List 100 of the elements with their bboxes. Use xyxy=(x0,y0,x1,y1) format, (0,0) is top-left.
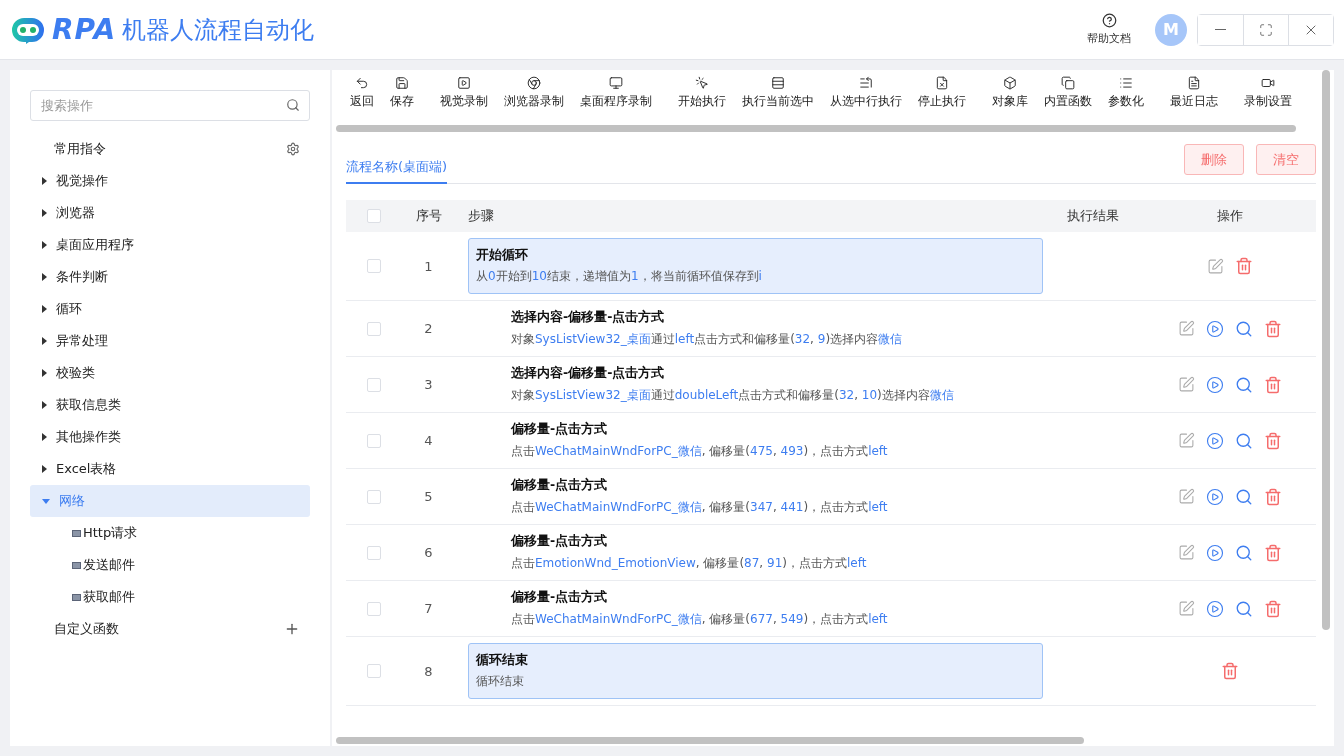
search-button[interactable] xyxy=(1234,487,1253,506)
trash-icon xyxy=(1263,319,1282,338)
edit-icon xyxy=(1177,488,1195,505)
sidebar-item[interactable]: 校验类 xyxy=(30,357,310,389)
scrollbar[interactable] xyxy=(336,737,1084,744)
run-button[interactable] xyxy=(1205,431,1224,450)
edit-button[interactable] xyxy=(1177,432,1195,449)
play-icon xyxy=(1205,543,1224,562)
delete-button[interactable] xyxy=(1234,257,1253,275)
search-button[interactable] xyxy=(1234,319,1253,338)
step-block[interactable]: 偏移量-点击方式 点击WeChatMainWndForPC_微信, 偏移量(347, 441)，点击方式left xyxy=(468,469,1045,524)
sidebar-item[interactable]: 自定义函数 xyxy=(30,613,310,645)
delete-button[interactable] xyxy=(1263,431,1282,450)
search-icon xyxy=(1234,487,1253,506)
edit-button[interactable] xyxy=(1206,257,1224,275)
checkbox[interactable] xyxy=(367,489,381,504)
sidebar-item[interactable]: 常用指令 xyxy=(30,133,310,165)
help-button[interactable]: 帮助文档 xyxy=(1087,13,1131,46)
scrollbar[interactable] xyxy=(1322,70,1330,630)
sidebar-item[interactable]: 其他操作类 xyxy=(30,421,310,453)
trash-icon xyxy=(1263,487,1282,506)
edit-icon xyxy=(1177,432,1195,449)
edit-icon xyxy=(1177,544,1195,561)
checkbox[interactable] xyxy=(367,377,381,392)
toolbar-button[interactable]: 参数化 xyxy=(1100,76,1152,125)
run-button[interactable] xyxy=(1205,599,1224,618)
sidebar-item[interactable]: 获取信息类 xyxy=(30,389,310,421)
toolbar-button[interactable]: 停止执行 xyxy=(910,76,974,125)
step-block[interactable]: 选择内容-偏移量-点击方式 对象SysListView32_桌面通过doubleLeft点击方式和偏移量(32, 10)选择内容微信 xyxy=(468,357,1045,412)
checkbox[interactable] xyxy=(367,259,381,273)
delete-button[interactable] xyxy=(1220,662,1239,680)
run-button[interactable] xyxy=(1205,487,1224,506)
checkbox[interactable] xyxy=(367,433,381,448)
search-button[interactable] xyxy=(1234,375,1253,394)
run-button[interactable] xyxy=(1205,543,1224,562)
run-button[interactable] xyxy=(1205,375,1224,394)
search-icon[interactable] xyxy=(286,98,300,112)
toolbar-button[interactable]: 保存 xyxy=(382,76,422,125)
scrollbar[interactable] xyxy=(336,125,1296,132)
delete-button[interactable] xyxy=(1263,319,1282,338)
logo-text: RPA xyxy=(52,13,117,46)
checkbox[interactable] xyxy=(367,209,381,223)
toolbar-button[interactable]: 内置函数 xyxy=(1036,76,1100,125)
run-button[interactable] xyxy=(1205,319,1224,338)
video-icon xyxy=(1261,76,1275,90)
sidebar-subitem[interactable]: 获取邮件 xyxy=(30,581,310,613)
search-button[interactable] xyxy=(1234,431,1253,450)
delete-button[interactable] xyxy=(1263,543,1282,562)
edit-button[interactable] xyxy=(1177,320,1195,337)
step-block[interactable]: 选择内容-偏移量-点击方式 对象SysListView32_桌面通过left点击方式和偏移量(32, 9)选择内容微信 xyxy=(468,301,1045,356)
sidebar-subitem[interactable]: 发送邮件 xyxy=(30,549,310,581)
sidebar-item[interactable]: 桌面应用程序 xyxy=(30,229,310,261)
help-icon xyxy=(1101,13,1117,28)
step-block[interactable]: 偏移量-点击方式 点击WeChatMainWndForPC_微信, 偏移量(677, 549)，点击方式left xyxy=(468,581,1045,636)
delete-button[interactable] xyxy=(1263,487,1282,506)
edit-button[interactable] xyxy=(1177,600,1195,617)
toolbar-button[interactable]: 从选中行执行 xyxy=(822,76,910,125)
sidebar-subitem[interactable]: Http请求 xyxy=(30,517,310,549)
toolbar-button[interactable]: 桌面程序录制 xyxy=(572,76,660,125)
step-description: 点击WeChatMainWndForPC_微信, 偏移量(475, 493)，点击方式left xyxy=(511,443,889,460)
delete-button[interactable] xyxy=(1263,375,1282,394)
trash-icon xyxy=(1234,257,1253,275)
search-button[interactable] xyxy=(1234,599,1253,618)
toolbar-button[interactable]: 开始执行 xyxy=(670,76,734,125)
settings-icon[interactable] xyxy=(286,142,300,156)
loop-block[interactable]: 循环结束 循环结束 xyxy=(468,643,1043,699)
step-block[interactable]: 偏移量-点击方式 点击WeChatMainWndForPC_微信, 偏移量(475, 493)，点击方式left xyxy=(468,413,1045,468)
checkbox[interactable] xyxy=(367,321,381,336)
sidebar-item[interactable]: 异常处理 xyxy=(30,325,310,357)
sidebar-item[interactable]: 视觉操作 xyxy=(30,165,310,197)
edit-button[interactable] xyxy=(1177,376,1195,393)
sidebar-item[interactable]: 循环 xyxy=(30,293,310,325)
checkbox[interactable] xyxy=(367,601,381,616)
sidebar-item[interactable]: Excel表格 xyxy=(30,453,310,485)
row-number: 8 xyxy=(423,663,434,679)
toolbar-button[interactable]: 最近日志 xyxy=(1162,76,1226,125)
search-field[interactable]: 搜索操作 xyxy=(30,90,310,121)
toolbar-button[interactable]: 录制设置 xyxy=(1236,76,1300,125)
delete-button[interactable] xyxy=(1263,599,1282,618)
toolbar-button[interactable]: 视觉录制 xyxy=(432,76,496,125)
search-button[interactable] xyxy=(1234,543,1253,562)
toolbar-button[interactable]: 执行当前选中 xyxy=(734,76,822,125)
checkbox[interactable] xyxy=(367,545,381,560)
add-icon[interactable] xyxy=(284,621,300,637)
cube-icon xyxy=(1003,76,1017,90)
checkbox[interactable] xyxy=(367,664,381,678)
list-icon xyxy=(859,76,873,90)
edit-button[interactable] xyxy=(1177,488,1195,505)
step-block[interactable]: 偏移量-点击方式 点击EmotionWnd_EmotionView, 偏移量(87, 91)，点击方式left xyxy=(468,525,1045,580)
sidebar-item[interactable]: 条件判断 xyxy=(30,261,310,293)
edit-button[interactable] xyxy=(1177,544,1195,561)
toolbar-button[interactable]: 返回 xyxy=(342,76,382,125)
robot-logo-icon xyxy=(10,15,46,44)
loop-block[interactable]: 开始循环 从0开始到10结束，递增值为1，将当前循环值保存到i xyxy=(468,238,1043,294)
toolbar-button[interactable]: 对象库 xyxy=(984,76,1036,125)
play-icon xyxy=(1205,431,1224,450)
browser-icon xyxy=(527,76,541,90)
sidebar-item[interactable]: 浏览器 xyxy=(30,197,310,229)
tab[interactable]: 流程名称(桌面端) xyxy=(346,158,448,184)
toolbar-button[interactable]: 浏览器录制 xyxy=(496,76,572,125)
